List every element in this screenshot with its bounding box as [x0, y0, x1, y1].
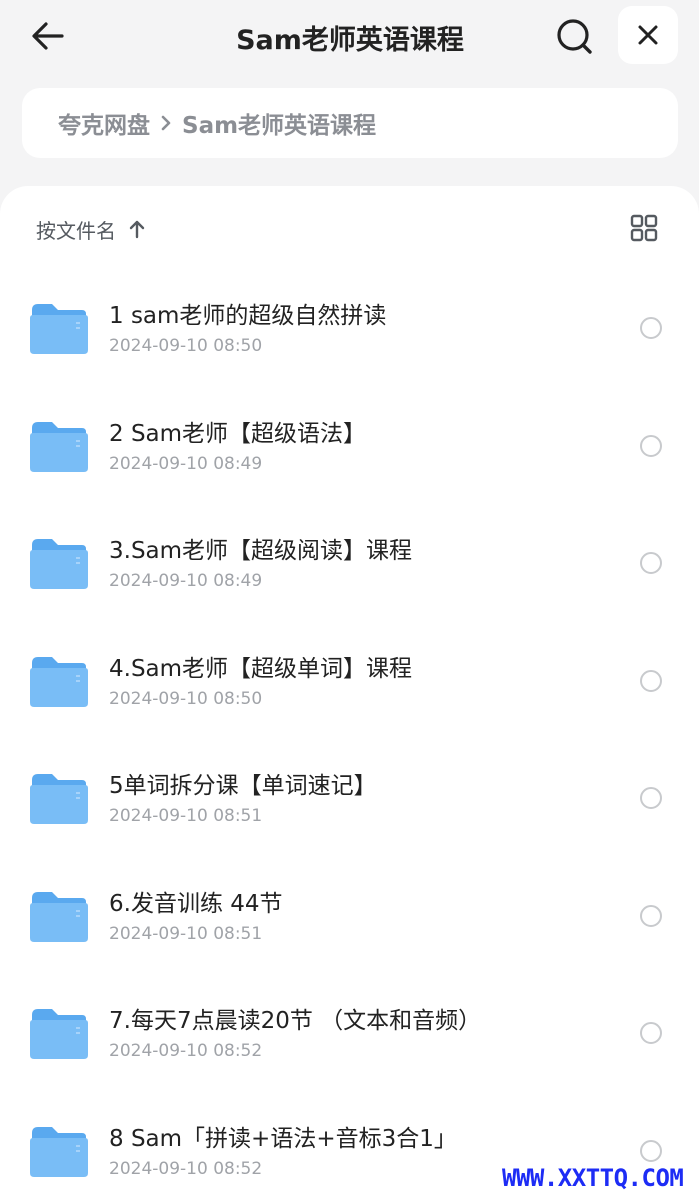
folder-icon: [30, 421, 88, 472]
file-date: 2024-09-10 08:50: [109, 688, 263, 709]
folder-icon: [30, 1009, 88, 1059]
select-radio[interactable]: [640, 1139, 662, 1162]
breadcrumb-current: Sam老师英语课程: [182, 113, 377, 139]
folder-icon: [30, 891, 88, 942]
select-radio[interactable]: [640, 669, 662, 692]
file-name: 3.Sam老师【超级阅读】课程: [109, 538, 413, 564]
file-date: 2024-09-10 08:49: [109, 453, 263, 474]
grid-view-button[interactable]: [628, 212, 660, 244]
sort-label: 按文件名: [36, 218, 116, 243]
folder-icon: [30, 656, 88, 707]
folder-icon: [30, 1126, 88, 1177]
file-row[interactable]: 4.Sam老师【超级单词】课程 2024-09-10 08:50: [0, 619, 699, 737]
select-radio[interactable]: [640, 552, 662, 574]
sort-by-name-button[interactable]: 按文件名: [36, 214, 146, 244]
file-row[interactable]: 2 Sam老师【超级语法】 2024-09-10 08:49: [0, 384, 699, 502]
file-name: 5单词拆分课【单词速记】: [109, 773, 377, 799]
select-radio[interactable]: [640, 317, 662, 339]
search-button[interactable]: [552, 14, 598, 60]
folder-icon: [30, 774, 88, 824]
file-row[interactable]: 3.Sam老师【超级阅读】课程 2024-09-10 08:49: [0, 501, 699, 619]
file-list-panel: 按文件名 1 sam老师的超级自然拼读 2024-09-10 08:50 2 S…: [0, 186, 699, 1200]
file-name: 7.每天7点晨读20节 （文本和音频）: [109, 1008, 482, 1034]
page-title: Sam老师英语课程: [236, 25, 464, 56]
select-radio[interactable]: [640, 1022, 662, 1044]
file-list: 1 sam老师的超级自然拼读 2024-09-10 08:50 2 Sam老师【…: [0, 266, 699, 1200]
select-radio[interactable]: [640, 787, 662, 809]
arrow-left-icon: [32, 22, 64, 50]
close-button[interactable]: [618, 6, 678, 64]
select-radio[interactable]: [640, 434, 662, 457]
file-name: 1 sam老师的超级自然拼读: [109, 303, 387, 329]
breadcrumb-root[interactable]: 夸克网盘: [58, 106, 150, 140]
breadcrumb: 夸克网盘 Sam老师英语课程: [22, 88, 678, 158]
file-name: 4.Sam老师【超级单词】课程: [109, 655, 413, 682]
file-name: 6.发音训练 44节: [109, 890, 283, 917]
file-row[interactable]: 5单词拆分课【单词速记】 2024-09-10 08:51: [0, 736, 699, 854]
close-icon: [638, 25, 658, 45]
file-date: 2024-09-10 08:51: [109, 923, 263, 944]
file-row[interactable]: 7.每天7点晨读20节 （文本和音频） 2024-09-10 08:52: [0, 971, 699, 1089]
watermark: WWW.XXTTQ.COM: [502, 1164, 684, 1192]
arrow-up-icon: [128, 219, 146, 239]
file-row[interactable]: 6.发音训练 44节 2024-09-10 08:51: [0, 854, 699, 972]
file-name: 8 Sam「拼读+语法+音标3合1」: [109, 1125, 457, 1152]
page: Sam老师英语课程 夸克网盘 Sam老师英语课程 按文件名 1 sam老师的超级…: [0, 0, 699, 1200]
header: Sam老师英语课程: [0, 0, 699, 72]
file-date: 2024-09-10 08:52: [109, 1041, 263, 1061]
folder-icon: [30, 304, 88, 354]
select-radio[interactable]: [640, 904, 662, 927]
grid-view-icon: [630, 214, 658, 242]
file-date: 2024-09-10 08:50: [109, 336, 263, 356]
file-date: 2024-09-10 08:52: [109, 1158, 263, 1179]
back-button[interactable]: [26, 14, 70, 58]
search-icon: [557, 19, 592, 54]
file-name: 2 Sam老师【超级语法】: [109, 420, 367, 447]
chevron-right-icon: [160, 114, 172, 132]
file-row[interactable]: 1 sam老师的超级自然拼读 2024-09-10 08:50: [0, 266, 699, 384]
file-date: 2024-09-10 08:49: [109, 571, 263, 591]
folder-icon: [30, 539, 88, 589]
file-date: 2024-09-10 08:51: [109, 806, 263, 826]
